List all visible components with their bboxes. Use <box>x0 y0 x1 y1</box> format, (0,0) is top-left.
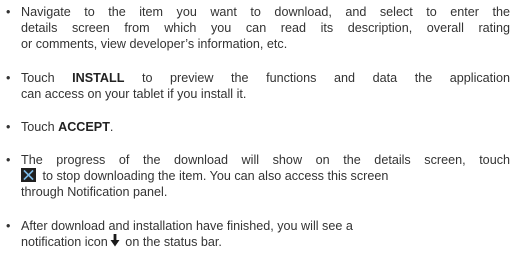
list-item: • After download and installation have f… <box>6 218 510 250</box>
item-5-line-2: notification icon on the status bar. <box>21 234 510 250</box>
item-3-line-1: Touch ACCEPT. <box>21 119 510 135</box>
item-1-line-3: or comments, view developer’s informatio… <box>21 37 288 51</box>
item-5-text-pre: notification icon <box>21 235 108 249</box>
item-2-line-1: Touch INSTALL to preview the functions a… <box>21 70 510 86</box>
item-1-line-1: Navigate to the item you want to downloa… <box>21 5 510 19</box>
bullet: • <box>6 153 11 167</box>
stop-download-icon <box>21 168 36 182</box>
item-1-line-2: details screen from which you can read i… <box>21 21 510 35</box>
item-4-text-post: to stop downloading the item. You can al… <box>39 169 389 183</box>
document-page: • Navigate to the item you want to downl… <box>0 0 514 259</box>
item-4-line-1: The progress of the download will show o… <box>21 153 510 167</box>
bullet: • <box>6 71 11 85</box>
item-3-text-post: . <box>109 120 114 134</box>
item-5-text-post: on the status bar. <box>121 235 222 249</box>
list-item: • Navigate to the item you want to downl… <box>6 4 510 52</box>
list-item: • Touch ACCEPT. <box>6 119 510 135</box>
bullet: • <box>6 5 11 19</box>
list-item: • The progress of the download will show… <box>6 152 510 200</box>
download-arrow-icon <box>110 234 120 247</box>
accept-keyword: ACCEPT <box>58 120 110 134</box>
item-4-line-2: to stop downloading the item. You can al… <box>21 168 510 184</box>
item-4-line-3: through Notification panel. <box>21 185 168 199</box>
item-2-line-2: can access on your tablet if you install… <box>21 87 247 101</box>
install-keyword: INSTALL <box>72 71 125 85</box>
item-5-line-1: After download and installation have fin… <box>21 219 353 233</box>
item-2-text-pre: Touch <box>21 71 73 85</box>
item-2-text-post: to preview the functions and data the ap… <box>124 71 510 85</box>
bullet: • <box>6 219 11 233</box>
list-item: • Touch INSTALL to preview the functions… <box>6 70 510 102</box>
item-3-text-pre: Touch <box>21 120 59 134</box>
bullet: • <box>6 120 11 134</box>
